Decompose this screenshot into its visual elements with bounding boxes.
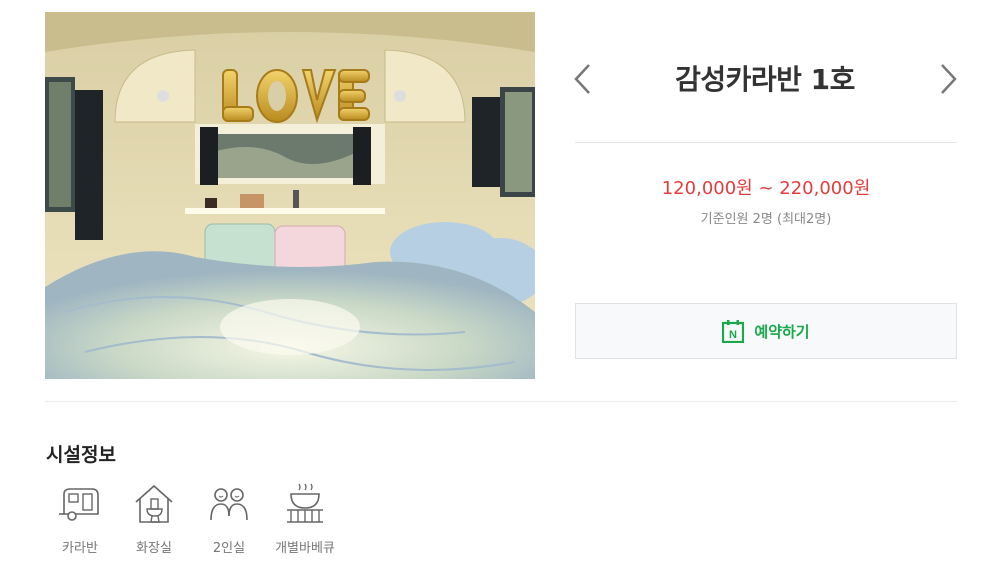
facilities-title: 시설정보 — [46, 444, 116, 466]
naver-calendar-icon: N — [722, 320, 745, 343]
prev-room-button[interactable] — [571, 62, 595, 96]
room-title: 감성카라반 1호 — [675, 63, 855, 96]
facility-item-caravan: 카라반 — [45, 482, 115, 556]
chevron-right-icon — [941, 64, 957, 94]
section-divider — [45, 401, 957, 402]
facility-label: 화장실 — [136, 541, 172, 556]
caravan-icon — [59, 488, 99, 521]
reserve-button-label: 예약하기 — [754, 322, 810, 341]
facility-item-toilet: 화장실 — [115, 482, 193, 556]
price-range: 120,000원 ~ 220,000원 — [661, 178, 871, 199]
facility-label: 개별바베큐 — [275, 541, 335, 556]
facility-item-bbq: 개별바베큐 — [265, 482, 345, 556]
reserve-button[interactable]: N 예약하기 — [575, 303, 957, 359]
bbq-grill-icon — [287, 483, 323, 523]
facility-label: 카라반 — [62, 541, 98, 556]
chevron-left-icon — [574, 64, 590, 94]
facilities-list: 카라반 화장실 2인실 개별바베큐 — [45, 482, 345, 556]
room-photo — [45, 12, 535, 379]
toilet-icon — [135, 484, 173, 523]
facility-item-two-person: 2인실 — [193, 482, 265, 556]
svg-text:N: N — [729, 329, 737, 341]
two-person-icon — [210, 488, 248, 521]
title-divider — [575, 142, 957, 143]
next-room-button[interactable] — [936, 62, 960, 96]
capacity-info: 기준인원 2명 (최대2명) — [700, 212, 832, 227]
facility-label: 2인실 — [212, 541, 246, 556]
